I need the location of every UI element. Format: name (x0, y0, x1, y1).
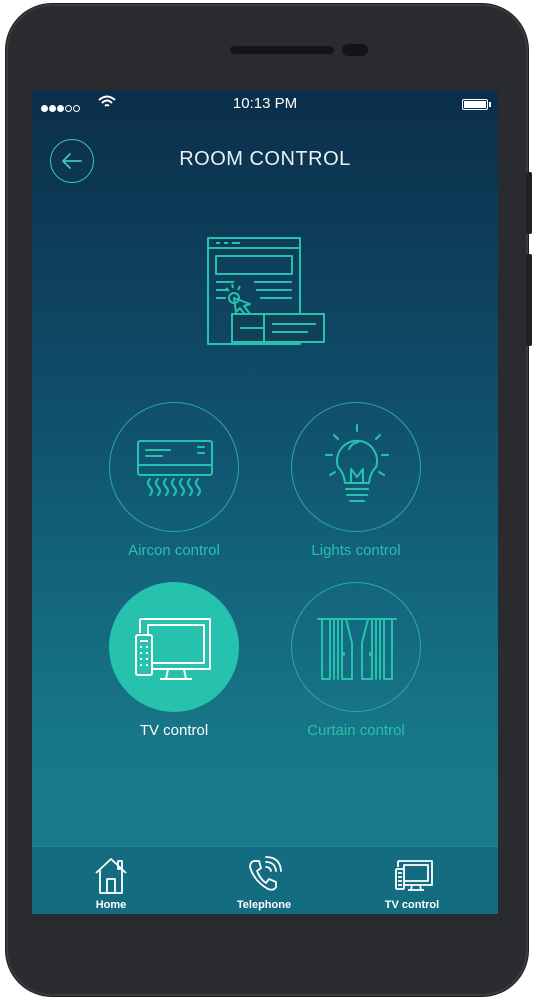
bottom-tab-bar: Home Telephone TV control (32, 846, 498, 914)
status-bar: 10:13 PM (32, 90, 498, 116)
aircon-control-button[interactable]: Aircon control (74, 402, 274, 562)
tv-circle (109, 582, 239, 712)
aircon-control-label: Aircon control (128, 542, 220, 559)
air-conditioner-icon (137, 440, 213, 496)
tab-telephone-label: Telephone (236, 899, 292, 911)
tv-remote-icon (395, 860, 433, 891)
lights-control-label: Lights control (311, 542, 401, 559)
power-button (526, 172, 532, 234)
page-title: ROOM CONTROL (179, 148, 351, 170)
status-time: 10:13 PM (232, 95, 298, 112)
tab-telephone[interactable]: Telephone (204, 847, 324, 914)
tv-remote-icon (135, 618, 211, 680)
tv-control-button[interactable]: TV control (74, 582, 274, 742)
light-bulb-icon (325, 424, 389, 502)
tab-home[interactable]: Home (51, 847, 171, 914)
tv-control-label: TV control (139, 722, 209, 739)
lights-control-button[interactable]: Lights control (256, 402, 456, 562)
front-camera (342, 44, 368, 56)
battery-icon (462, 99, 491, 110)
web-panel-click-icon (207, 237, 325, 345)
volume-button (526, 254, 532, 346)
tab-home-label: Home (95, 899, 127, 911)
home-icon (95, 858, 127, 894)
app-screen: 10:13 PM ROOM CONTROL Aircon control Lig… (32, 90, 498, 914)
aircon-circle (109, 402, 239, 532)
earpiece-speaker (230, 46, 334, 54)
curtain-icon (317, 618, 397, 680)
phone-icon (249, 856, 282, 891)
curtain-control-button[interactable]: Curtain control (256, 582, 456, 742)
tab-tv-control[interactable]: TV control (352, 847, 472, 914)
curtain-control-label: Curtain control (307, 722, 405, 739)
battery-level (464, 101, 486, 108)
lights-circle (291, 402, 421, 532)
tab-tv-control-label: TV control (384, 899, 440, 911)
curtain-circle (291, 582, 421, 712)
